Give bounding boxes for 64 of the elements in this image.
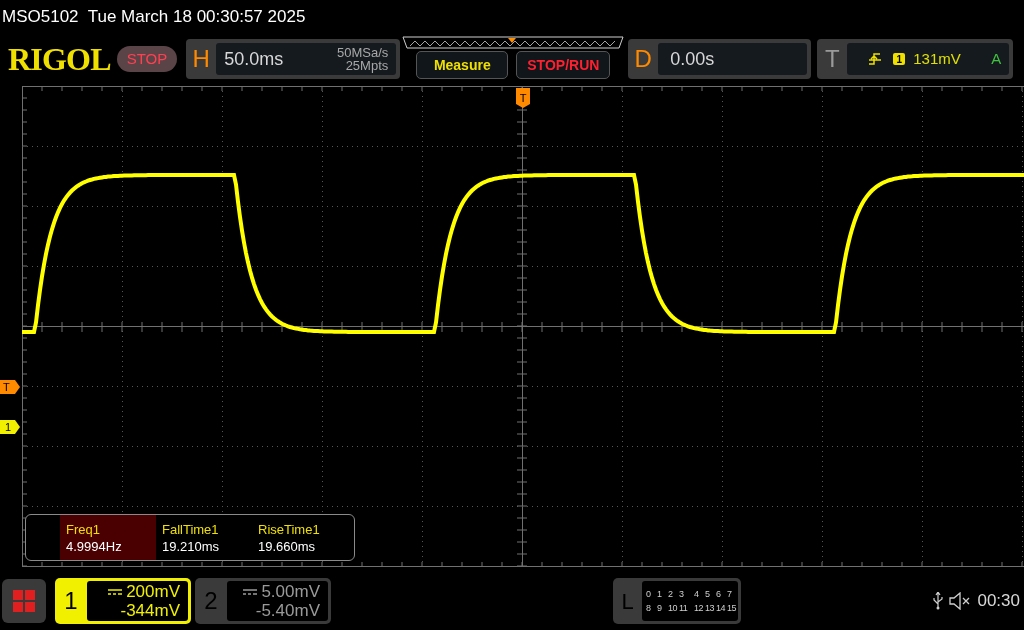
status-time: 00:30 — [977, 590, 1020, 613]
channel-number: 2 — [203, 586, 219, 616]
measurement-value: 19.210ms — [162, 539, 221, 553]
channel-scale: 200mV — [126, 582, 180, 601]
measurement-value: 19.660ms — [258, 539, 317, 553]
trigger-mode: A — [991, 48, 1002, 69]
logic-channel-number: 10 — [668, 602, 677, 614]
channel-panel[interactable]: 2 5.00mV -5.40mV — [195, 578, 331, 624]
measurement-value: 4.9994Hz — [66, 539, 123, 553]
speaker-muted-icon[interactable] — [949, 592, 972, 610]
brand-logo: RIGOL — [8, 43, 111, 75]
logic-label: L — [620, 587, 635, 616]
channel-offset: -344mV — [120, 601, 180, 620]
trigger-position-marker[interactable]: T — [516, 88, 530, 108]
logic-channel-number: 1 — [657, 588, 662, 600]
usb-icon — [933, 592, 944, 610]
memory-depth: 25Mpts — [345, 59, 389, 72]
logic-channel-number: 9 — [657, 602, 662, 614]
grid-menu-icon — [13, 590, 35, 612]
delay-label: D — [633, 44, 653, 74]
logic-channel-number: 3 — [679, 588, 684, 600]
logic-channel-number: 0 — [646, 588, 651, 600]
logic-channel-number: 7 — [727, 588, 732, 600]
window-title: MSO5102 Tue March 18 00:30:57 2025 — [2, 6, 306, 29]
dc-coupling-icon — [108, 588, 123, 595]
logic-channel-number: 2 — [668, 588, 673, 600]
logic-channel-number: 14 — [716, 602, 725, 614]
channel-panel[interactable]: 1 200mV -344mV — [55, 578, 191, 624]
logic-channel-number: 12 — [694, 602, 703, 614]
logic-channel-number: 8 — [646, 602, 651, 614]
logic-channel-number: 13 — [705, 602, 714, 614]
logic-channel-number: 15 — [727, 602, 736, 614]
logic-panel[interactable]: L 0 1 2 3 4 5 6 7 8 9 10 11 12 13 14 15 — [613, 578, 741, 624]
delay-value: 0.00s — [670, 47, 715, 71]
run-state-indicator: STOP — [116, 46, 178, 72]
rising-edge-icon — [869, 53, 882, 65]
sample-rate: 50MSa/s — [336, 46, 389, 59]
logic-channel-number: 6 — [716, 588, 721, 600]
delay-panel[interactable]: D 0.00s — [628, 39, 812, 79]
trigger-label: T — [823, 44, 841, 74]
measure-button[interactable]: Measure — [416, 51, 509, 79]
trigger-level: 131mV — [913, 48, 961, 69]
horizontal-label: H — [191, 44, 211, 74]
menu-button[interactable] — [2, 579, 46, 623]
stop-run-button[interactable]: STOP/RUN — [516, 51, 611, 79]
measurement-item[interactable]: FallTime1 19.210ms — [156, 515, 252, 560]
dc-coupling-icon — [243, 588, 258, 595]
logic-channel-number: 4 — [694, 588, 699, 600]
measurement-name: RiseTime1 — [258, 522, 321, 536]
logic-channel-number: 11 — [679, 602, 688, 614]
trigger-panel[interactable]: T 1 131mV A — [817, 39, 1014, 79]
measurement-item[interactable]: RiseTime1 19.660ms — [252, 515, 348, 560]
horizontal-panel[interactable]: H 50.0ms 50MSa/s 25Mpts — [186, 39, 401, 79]
trigger-level-marker[interactable]: T — [0, 380, 20, 394]
channel-number: 1 — [63, 586, 79, 616]
measurement-name: FallTime1 — [162, 522, 220, 536]
channel-offset: -5.40mV — [255, 601, 320, 620]
channel-offset-marker[interactable]: 1 — [0, 420, 20, 434]
trigger-source: 1 — [893, 53, 906, 65]
measurement-item[interactable]: Freq1 4.9994Hz — [60, 515, 156, 560]
measurement-name: Freq1 — [66, 522, 101, 536]
timebase-value: 50.0ms — [224, 47, 284, 71]
logic-channel-number: 5 — [705, 588, 710, 600]
channel-scale: 5.00mV — [261, 582, 320, 601]
